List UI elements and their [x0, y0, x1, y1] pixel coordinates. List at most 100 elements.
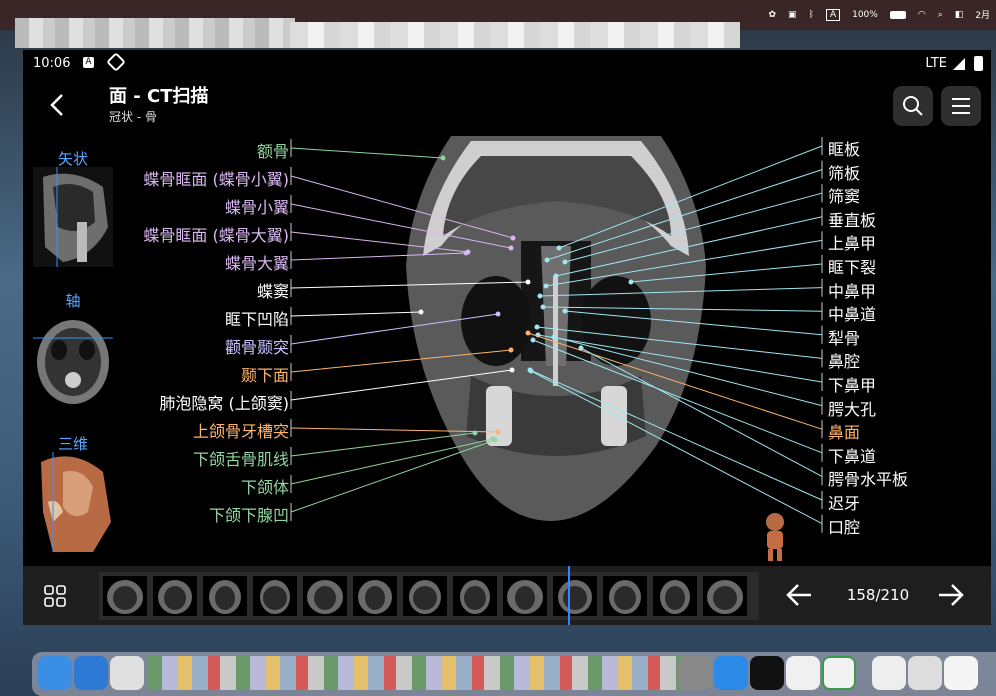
input-source-icon[interactable]: A	[825, 8, 841, 21]
mac-dock	[32, 652, 996, 696]
anatomy-label[interactable]: 迟牙	[828, 490, 860, 514]
anatomy-label[interactable]: 垂直板	[828, 207, 876, 231]
slice-thumbnail[interactable]	[303, 576, 347, 616]
previous-slice-button[interactable]	[785, 580, 815, 610]
back-button[interactable]	[45, 92, 71, 118]
battery-icon	[974, 56, 983, 71]
menu-button[interactable]	[941, 86, 981, 126]
3d-thumbnail[interactable]	[33, 452, 113, 552]
app-icon[interactable]	[714, 656, 748, 690]
settings-icon[interactable]	[678, 656, 712, 690]
anatomy-label[interactable]: 腭大孔	[828, 396, 876, 420]
axial-thumbnail[interactable]	[33, 310, 113, 410]
launchpad-icon[interactable]	[110, 656, 144, 690]
view-label-3d[interactable]: 三维	[33, 433, 113, 454]
slice-thumbnail[interactable]	[403, 576, 447, 616]
wifi-icon[interactable]: ◠	[918, 10, 926, 20]
window-thumbnail[interactable]	[908, 656, 942, 690]
anatomy-label[interactable]: 蝶骨眶面 (蝶骨大翼)	[143, 222, 289, 246]
bluetooth-icon[interactable]: ᛒ	[809, 10, 814, 20]
terminal-icon[interactable]	[750, 656, 784, 690]
anatomy-label[interactable]: 眶下凹陷	[225, 306, 289, 330]
anatomy-label[interactable]: 颞下面	[241, 362, 289, 386]
battery-icon[interactable]	[889, 10, 906, 19]
grid-view-button[interactable]	[43, 584, 67, 608]
anatomy-label[interactable]: 下鼻道	[828, 443, 876, 467]
anatomy-label[interactable]: 筛板	[828, 160, 860, 184]
menubar-status-items: ✿ ▣ ᛒ A 100% ◠ ⌕ ◧ 2月	[768, 8, 990, 21]
anatomy-label[interactable]: 上颌骨牙槽突	[193, 418, 289, 442]
next-slice-button[interactable]	[935, 580, 965, 610]
slice-thumbnail[interactable]	[503, 576, 547, 616]
slice-strip[interactable]	[99, 572, 759, 620]
window-thumbnail[interactable]	[872, 656, 906, 690]
anatomy-label[interactable]: 中鼻甲	[828, 278, 876, 302]
ct-coronal-image[interactable]	[401, 136, 711, 526]
anatomy-label[interactable]: 上鼻甲	[828, 230, 876, 254]
slice-thumbnail[interactable]	[453, 576, 497, 616]
anatomy-label[interactable]: 下鼻甲	[828, 372, 876, 396]
anatomy-label[interactable]: 鼻面	[828, 419, 860, 443]
anatomy-label[interactable]: 下颌体	[241, 474, 289, 498]
anatomy-label[interactable]: 下颌舌骨肌线	[193, 446, 289, 470]
slice-thumbnail[interactable]	[603, 576, 647, 616]
anatomy-label[interactable]: 蝶骨小翼	[225, 194, 289, 218]
view-label-axial[interactable]: 轴	[33, 290, 113, 311]
sagittal-image	[33, 167, 113, 267]
keyboard-a-icon: A	[83, 57, 94, 68]
anatomy-label[interactable]: 腭骨水平板	[828, 466, 908, 490]
slice-thumbnail[interactable]	[653, 576, 697, 616]
body-figure-icon[interactable]	[757, 512, 797, 562]
search-icon[interactable]: ⌕	[938, 10, 943, 20]
slice-thumbnail[interactable]	[203, 576, 247, 616]
blurred-region	[15, 18, 295, 48]
slice-thumbnail[interactable]	[703, 576, 747, 616]
blurred-region	[290, 22, 740, 48]
anatomy-label[interactable]: 眶下裂	[828, 254, 876, 278]
app-header: 面 - CT扫描 冠状 - 骨	[23, 78, 991, 134]
device-status-bar: 10:06 A LTE	[23, 50, 991, 78]
app-icon[interactable]	[786, 656, 820, 690]
control-center-icon[interactable]: ◧	[955, 10, 964, 20]
mac-menubar: ✿ ▣ ᛒ A 100% ◠ ⌕ ◧ 2月	[0, 0, 996, 48]
anatomy-label[interactable]: 蝶骨眶面 (蝶骨小翼)	[143, 166, 289, 190]
cluster-icon[interactable]: ✿	[768, 10, 776, 20]
anatomy-label[interactable]: 鼻腔	[828, 348, 860, 372]
page-subtitle: 冠状 - 骨	[109, 110, 157, 124]
window-thumbnail[interactable]	[944, 656, 978, 690]
anatomy-label[interactable]: 肺泡隐窝 (上颌窦)	[159, 390, 289, 414]
anatomy-label[interactable]: 蝶骨大翼	[225, 250, 289, 274]
anatomy-label[interactable]: 中鼻道	[828, 301, 876, 325]
anatomy-label[interactable]: 额骨	[257, 138, 289, 162]
anatomy-label[interactable]: 下颌下腺凹	[209, 502, 289, 526]
slice-thumbnail[interactable]	[553, 576, 597, 616]
screen-icon[interactable]: ▣	[788, 10, 797, 20]
anatomy-label[interactable]: 眶板	[828, 136, 860, 160]
signal-icon	[953, 58, 965, 70]
grid-icon	[44, 585, 66, 607]
slice-thumbnail[interactable]	[103, 576, 147, 616]
safari-icon[interactable]	[74, 656, 108, 690]
slice-thumbnail[interactable]	[153, 576, 197, 616]
anatomy-label[interactable]: 筛窦	[828, 183, 860, 207]
page-title: 面 - CT扫描	[109, 86, 209, 107]
slice-thumbnail[interactable]	[253, 576, 297, 616]
slice-navigation-bar: 158/210	[23, 566, 991, 625]
anatomy-label[interactable]: 蝶窦	[257, 278, 289, 302]
anatomy-label[interactable]: 口腔	[828, 514, 860, 538]
view-label-sagittal[interactable]: 矢状	[33, 148, 113, 169]
network-label: LTE	[925, 56, 947, 71]
search-button[interactable]	[893, 86, 933, 126]
slice-thumbnail[interactable]	[353, 576, 397, 616]
arrow-left-icon	[786, 584, 811, 606]
sagittal-thumbnail[interactable]	[33, 167, 113, 267]
axial-image	[33, 310, 113, 410]
app-icon[interactable]	[822, 656, 856, 690]
slice-position-indicator[interactable]	[568, 566, 570, 625]
status-time: 10:06	[33, 56, 71, 71]
3d-image	[33, 452, 113, 552]
anatomy-label[interactable]: 犁骨	[828, 325, 860, 349]
app-window: 10:06 A LTE 面 - CT扫描 冠状 - 骨 矢状 轴 三维 额骨 蝶…	[23, 50, 991, 625]
finder-icon[interactable]	[38, 656, 72, 690]
anatomy-label[interactable]: 颧骨颞突	[225, 334, 289, 358]
